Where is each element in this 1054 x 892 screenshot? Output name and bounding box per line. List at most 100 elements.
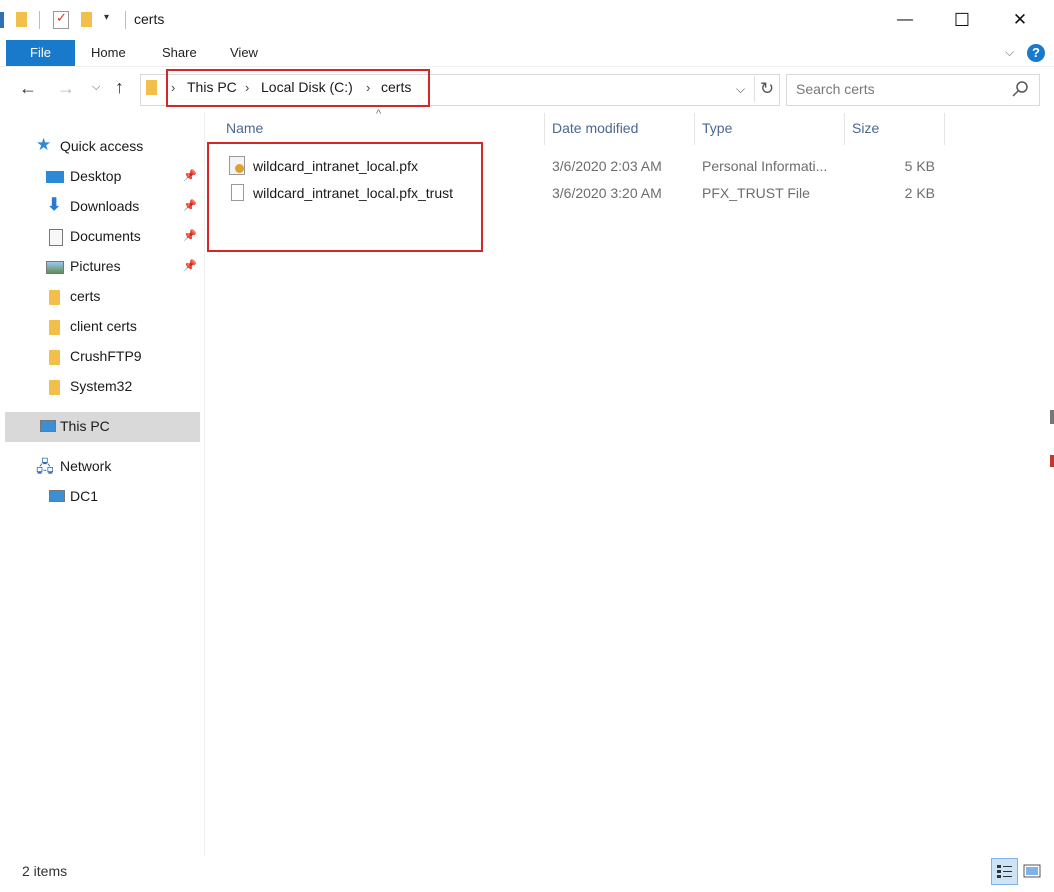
ribbon xyxy=(0,40,1054,66)
nav-item-network[interactable]: 🖧 Network xyxy=(5,452,200,482)
column-divider[interactable] xyxy=(694,113,695,145)
maximize-icon: ☐ xyxy=(953,9,971,30)
background-edge xyxy=(1050,455,1054,467)
tab-view[interactable]: View xyxy=(230,40,258,66)
nav-label: certs xyxy=(70,288,101,304)
chevron-right-icon: › xyxy=(171,80,176,95)
search-icon[interactable] xyxy=(1010,75,1030,103)
breadcrumb-local-disk[interactable]: Local Disk (C:) xyxy=(261,79,353,95)
download-arrow-icon: ⬇ xyxy=(47,195,62,214)
folder-icon xyxy=(49,380,60,395)
chevron-right-icon: › xyxy=(245,80,250,95)
column-divider[interactable] xyxy=(844,113,845,145)
close-icon: ✕ xyxy=(1012,10,1028,29)
tab-file[interactable]: File xyxy=(6,40,75,66)
documents-icon xyxy=(49,229,63,246)
nav-label: Documents xyxy=(70,228,141,244)
search-placeholder: Search certs xyxy=(796,81,875,97)
nav-item-client-certs[interactable]: client certs xyxy=(5,312,200,342)
pin-icon[interactable]: 📌 xyxy=(183,229,197,242)
minimize-icon: — xyxy=(897,11,913,28)
chevron-right-icon: › xyxy=(366,80,371,95)
status-bar xyxy=(0,856,1054,892)
close-button[interactable]: ✕ xyxy=(997,0,1043,40)
nav-label: client certs xyxy=(70,318,137,334)
background-edge xyxy=(1050,410,1054,424)
nav-label: Quick access xyxy=(60,138,144,154)
up-arrow-icon[interactable]: ↑ xyxy=(115,77,124,98)
recent-locations-icon[interactable]: ⌵ xyxy=(92,81,100,94)
expand-ribbon-icon[interactable]: ⌵ xyxy=(1005,45,1014,60)
column-divider[interactable] xyxy=(944,113,945,145)
column-header-size[interactable]: Size xyxy=(852,120,879,136)
folder-icon xyxy=(49,290,60,305)
address-dropdown-icon[interactable]: ⌵ xyxy=(736,82,745,97)
highlight-box-files xyxy=(207,142,483,252)
forward-arrow-icon[interactable]: → xyxy=(57,78,75,99)
folder-icon xyxy=(146,80,157,95)
folder-icon xyxy=(49,350,60,365)
app-edge-icon xyxy=(0,12,4,28)
new-folder-icon[interactable] xyxy=(81,12,92,27)
refresh-icon[interactable]: ↻ xyxy=(754,76,779,102)
nav-item-downloads[interactable]: ⬇ Downloads 📌 xyxy=(5,192,200,222)
details-view-button[interactable] xyxy=(991,858,1018,885)
column-divider[interactable] xyxy=(544,113,545,145)
nav-label: Desktop xyxy=(70,168,122,184)
nav-label: This PC xyxy=(60,418,110,434)
file-type: Personal Informati... xyxy=(702,158,828,174)
nav-label: Network xyxy=(60,458,112,474)
computer-icon xyxy=(49,490,65,502)
pin-icon[interactable]: 📌 xyxy=(183,199,197,212)
file-date: 3/6/2020 3:20 AM xyxy=(552,185,662,201)
file-size: 5 KB xyxy=(904,158,935,174)
nav-item-certs[interactable]: certs xyxy=(5,282,200,312)
tab-share[interactable]: Share xyxy=(162,40,197,66)
star-icon: ★ xyxy=(36,135,52,154)
minimize-button[interactable]: — xyxy=(882,0,928,40)
window-title: certs xyxy=(134,11,165,27)
nav-item-system32[interactable]: System32 xyxy=(5,372,200,402)
folder-icon xyxy=(16,12,27,27)
sort-ascending-icon: ^ xyxy=(376,108,382,120)
nav-label: System32 xyxy=(70,378,133,394)
back-arrow-icon[interactable]: ← xyxy=(19,78,37,99)
nav-label: CrushFTP9 xyxy=(70,348,142,364)
network-icon: 🖧 xyxy=(36,459,54,476)
file-size: 2 KB xyxy=(904,185,935,201)
file-date: 3/6/2020 2:03 AM xyxy=(552,158,662,174)
nav-item-desktop[interactable]: Desktop 📌 xyxy=(5,162,200,192)
pin-icon[interactable]: 📌 xyxy=(183,259,197,272)
column-header-date[interactable]: Date modified xyxy=(552,120,638,136)
tab-home[interactable]: Home xyxy=(91,40,126,66)
item-count: 2 items xyxy=(22,863,68,879)
help-icon[interactable]: ? xyxy=(1027,44,1045,62)
large-icons-view-button[interactable] xyxy=(1021,860,1043,882)
column-header-type[interactable]: Type xyxy=(702,120,732,136)
desktop-icon xyxy=(46,171,64,183)
nav-item-dc1[interactable]: DC1 xyxy=(5,482,200,512)
details-view-icon xyxy=(997,865,1012,878)
nav-item-pictures[interactable]: Pictures 📌 xyxy=(5,252,200,282)
nav-item-this-pc[interactable]: This PC xyxy=(5,412,200,442)
breadcrumb-certs[interactable]: certs xyxy=(381,79,411,95)
customize-toolbar-icon[interactable]: ▾ xyxy=(104,12,109,23)
nav-item-crushftp9[interactable]: CrushFTP9 xyxy=(5,342,200,372)
folder-icon xyxy=(49,320,60,335)
separator xyxy=(125,11,126,29)
pin-icon[interactable]: 📌 xyxy=(183,169,197,182)
nav-item-documents[interactable]: Documents 📌 xyxy=(5,222,200,252)
computer-icon xyxy=(40,420,56,432)
column-header-name[interactable]: Name xyxy=(226,120,263,136)
pictures-icon xyxy=(46,261,64,274)
file-type: PFX_TRUST File xyxy=(702,185,810,201)
separator xyxy=(39,11,40,29)
nav-quick-access[interactable]: ★ Quick access xyxy=(5,132,200,162)
large-icons-view-icon xyxy=(1023,864,1041,878)
nav-label: Pictures xyxy=(70,258,121,274)
breadcrumb-this-pc[interactable]: This PC xyxy=(187,79,237,95)
nav-label: DC1 xyxy=(70,488,99,504)
properties-icon[interactable]: ✓ xyxy=(53,10,69,29)
maximize-button[interactable]: ☐ xyxy=(939,0,985,40)
nav-label: Downloads xyxy=(70,198,140,214)
